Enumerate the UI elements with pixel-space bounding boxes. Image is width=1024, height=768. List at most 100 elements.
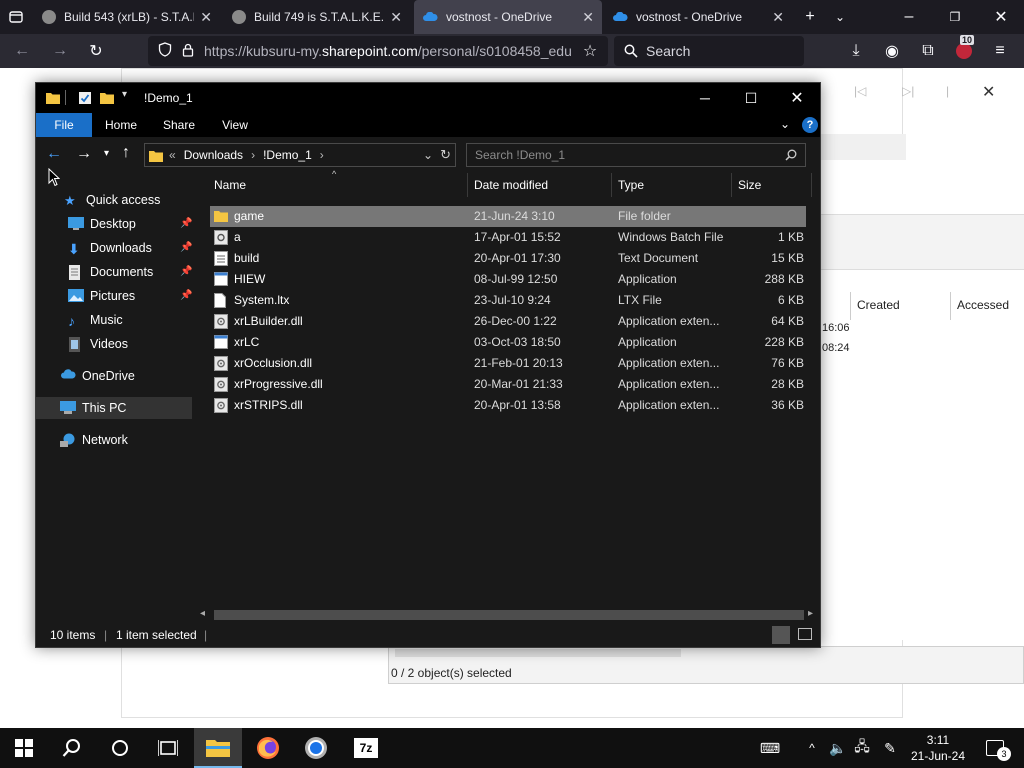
chevron-down-icon[interactable]: ⌄ bbox=[826, 0, 854, 34]
tab-share[interactable]: Share bbox=[154, 113, 204, 137]
ribbon-expand-icon[interactable]: ⌄ bbox=[780, 117, 790, 131]
close-tab-icon[interactable]: ✕ bbox=[390, 9, 402, 26]
addon-badge-icon[interactable]: 10 bbox=[950, 34, 978, 68]
taskbar-chrome[interactable] bbox=[292, 728, 340, 768]
nav-network[interactable]: Network bbox=[36, 429, 192, 451]
url-text[interactable]: https://kubsuru-my.sharepoint.com/person… bbox=[204, 43, 572, 59]
breadcrumb-demo[interactable]: !Demo_1 bbox=[263, 148, 312, 162]
cortana-button[interactable] bbox=[96, 728, 144, 768]
url-bar[interactable]: https://kubsuru-my.sharepoint.com/person… bbox=[148, 36, 608, 66]
nav-onedrive[interactable]: OneDrive bbox=[36, 365, 192, 387]
tab-file[interactable]: File bbox=[36, 113, 92, 137]
column-date-modified[interactable]: Date modified bbox=[468, 173, 612, 197]
close-tab-icon[interactable]: ✕ bbox=[582, 9, 594, 26]
horizontal-scrollbar[interactable]: ◂ ▸ bbox=[200, 607, 818, 623]
nav-quick-access[interactable]: ★ Quick access bbox=[36, 189, 192, 211]
last-page-icon[interactable]: ▷| bbox=[902, 84, 914, 98]
volume-muted-icon[interactable]: 🔈 bbox=[826, 728, 850, 768]
scroll-right-icon[interactable]: ▸ bbox=[808, 608, 813, 619]
properties-check-icon[interactable] bbox=[78, 91, 92, 104]
minimize-window-icon[interactable]: – bbox=[894, 0, 924, 34]
column-size[interactable]: Size bbox=[732, 173, 812, 197]
tab-list-icon[interactable] bbox=[2, 0, 30, 34]
file-row-xrstrips-dll[interactable]: xrSTRIPS.dll 20-Apr-01 13:58 Application e… bbox=[210, 395, 806, 416]
file-row-xrocclusion-dll[interactable]: xrOcclusion.dll 21-Feb-01 20:13 Applicatio… bbox=[210, 353, 806, 374]
up-arrow-icon[interactable]: ↑ bbox=[122, 144, 130, 162]
nav-desktop[interactable]: Desktop bbox=[36, 213, 192, 235]
restore-window-icon[interactable]: ❐ bbox=[940, 0, 970, 34]
recent-locations-icon[interactable]: ▾ bbox=[104, 148, 109, 159]
browser-search-input[interactable]: Search bbox=[614, 36, 804, 66]
refresh-icon[interactable]: ↻ bbox=[440, 147, 451, 163]
column-created[interactable]: Created bbox=[857, 298, 900, 312]
explorer-title-bar[interactable]: ▾ !Demo_1 ─ ☐ ✕ bbox=[36, 83, 820, 113]
show-hidden-icons[interactable]: ^ bbox=[800, 728, 824, 768]
taskbar-file-explorer[interactable] bbox=[194, 728, 242, 768]
file-row-xrlc[interactable]: xrLC 03-Oct-03 18:50 Application 228 KB bbox=[210, 332, 806, 353]
downloads-icon[interactable]: ⤓ bbox=[842, 34, 870, 68]
folder-search-input[interactable]: Search !Demo_1 bbox=[466, 143, 806, 167]
column-type[interactable]: Type bbox=[612, 173, 732, 197]
close-dialog-icon[interactable]: ✕ bbox=[982, 82, 995, 102]
pin-icon[interactable]: 📌 bbox=[180, 290, 192, 301]
help-icon[interactable]: ? bbox=[802, 117, 818, 133]
task-view-button[interactable] bbox=[144, 728, 192, 768]
file-row-xrprogressive-dll[interactable]: xrProgressive.dll 20-Mar-01 21:33 Applicat… bbox=[210, 374, 806, 395]
taskbar-firefox[interactable] bbox=[244, 728, 292, 768]
nav-pictures[interactable]: Pictures bbox=[36, 285, 192, 307]
taskbar-7zip[interactable]: 7z bbox=[342, 728, 390, 768]
forward-arrow-icon[interactable]: → bbox=[76, 145, 92, 163]
background-scrollbar[interactable] bbox=[395, 649, 681, 657]
breadcrumb-separator[interactable]: › bbox=[320, 148, 324, 162]
file-row-a[interactable]: a 17-Apr-01 15:52 Windows Batch File 1 KB bbox=[210, 227, 806, 248]
pin-icon[interactable]: 📌 bbox=[180, 266, 192, 277]
browser-tab-4[interactable]: vostnost - OneDrive ✕ bbox=[604, 0, 792, 34]
keyboard-icon[interactable]: ⌨ bbox=[756, 728, 784, 768]
close-window-icon[interactable]: ✕ bbox=[986, 0, 1016, 34]
scrollbar-thumb[interactable] bbox=[214, 610, 804, 620]
file-row-xrlbuilder-dll[interactable]: xrLBuilder.dll 26-Dec-00 1:22 Application … bbox=[210, 311, 806, 332]
new-tab-icon[interactable]: + bbox=[796, 0, 824, 34]
breadcrumb-separator[interactable]: › bbox=[251, 148, 255, 162]
address-overflow[interactable]: « bbox=[169, 148, 176, 162]
close-tab-icon[interactable]: ✕ bbox=[200, 9, 212, 26]
scroll-left-icon[interactable]: ◂ bbox=[200, 608, 205, 619]
nav-videos[interactable]: Videos bbox=[36, 333, 192, 355]
pin-icon[interactable]: 📌 bbox=[180, 218, 192, 229]
details-view-icon[interactable] bbox=[772, 626, 790, 644]
file-row-system-ltx[interactable]: System.ltx 23-Jul-10 9:24 LTX File 6 KB bbox=[210, 290, 806, 311]
bookmark-star-icon[interactable]: ☆ bbox=[576, 34, 604, 68]
maximize-icon[interactable]: ☐ bbox=[728, 83, 774, 113]
reload-icon[interactable]: ↻ bbox=[82, 34, 110, 68]
close-icon[interactable]: ✕ bbox=[774, 83, 820, 113]
browser-tab-3[interactable]: vostnost - OneDrive ✕ bbox=[414, 0, 602, 34]
nav-music[interactable]: ♪ Music bbox=[36, 309, 192, 331]
system-clock[interactable]: 3:11 21-Jun-24 bbox=[908, 732, 968, 764]
file-row-build[interactable]: build 20-Apr-01 17:30 Text Document 15 KB bbox=[210, 248, 806, 269]
file-row-game[interactable]: game 21-Jun-24 3:10 File folder bbox=[210, 206, 806, 227]
network-status-icon[interactable]: 🖧 bbox=[850, 728, 874, 768]
account-icon[interactable]: ◉ bbox=[878, 34, 906, 68]
column-accessed[interactable]: Accessed bbox=[957, 298, 1009, 312]
back-arrow-icon[interactable]: ← bbox=[46, 145, 62, 163]
extensions-icon[interactable]: ⧉ bbox=[914, 34, 942, 68]
pen-workspace-icon[interactable]: ✎ bbox=[876, 728, 904, 768]
browser-tab-2[interactable]: Build 749 is S.T.A.L.K.E.R. Wiki ✕ bbox=[224, 0, 410, 34]
hamburger-menu-icon[interactable]: ≡ bbox=[986, 34, 1014, 68]
forward-arrow-icon[interactable]: → bbox=[46, 34, 74, 68]
nav-this-pc[interactable]: This PC bbox=[36, 397, 192, 419]
tracking-shield-icon[interactable] bbox=[158, 42, 172, 60]
tab-home[interactable]: Home bbox=[96, 113, 146, 137]
address-bar[interactable]: « Downloads › !Demo_1 › ⌄ ↻ bbox=[144, 143, 456, 167]
notification-center-icon[interactable]: 3 bbox=[980, 728, 1011, 768]
nav-downloads[interactable]: ⬇ Downloads bbox=[36, 237, 192, 259]
column-name[interactable]: Name bbox=[208, 173, 468, 197]
qa-customize-icon[interactable]: ▾ bbox=[122, 89, 127, 100]
first-page-icon[interactable]: |◁ bbox=[854, 84, 866, 98]
breadcrumb-downloads[interactable]: Downloads bbox=[184, 148, 243, 162]
new-folder-icon[interactable] bbox=[100, 91, 114, 104]
close-tab-icon[interactable]: ✕ bbox=[772, 9, 784, 26]
start-button[interactable] bbox=[0, 728, 48, 768]
lock-icon[interactable] bbox=[182, 43, 194, 60]
tab-view[interactable]: View bbox=[212, 113, 258, 137]
